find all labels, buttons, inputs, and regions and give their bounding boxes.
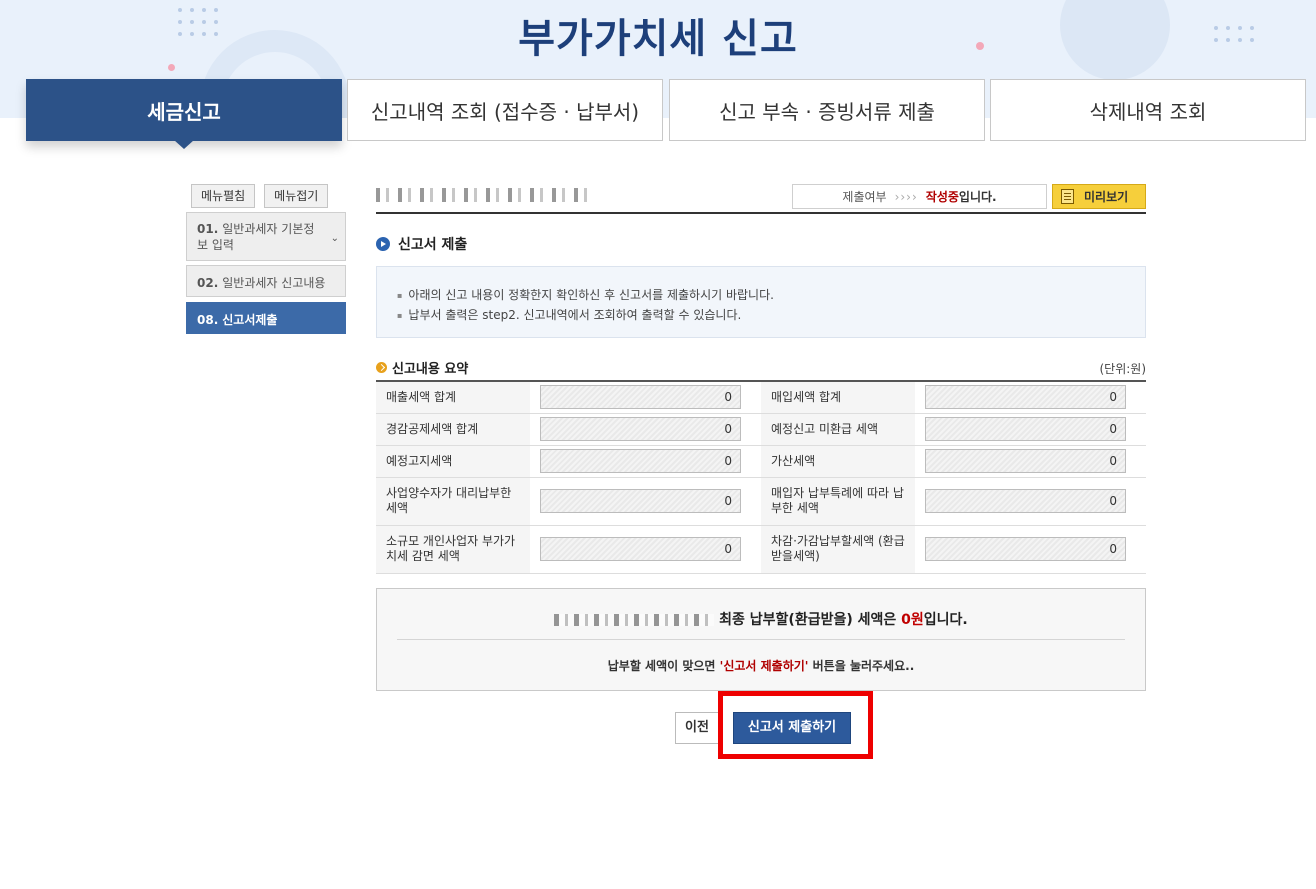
- summary-table: 매출세액 합계 0 매입세액 합계 0 경감공제세액 합계 0 예정신고 미환급…: [376, 380, 1146, 574]
- status-state: 작성중: [925, 190, 959, 204]
- amount-field: 0: [925, 489, 1126, 513]
- notice-box: 아래의 신고 내용이 정확한지 확인하신 후 신고서를 제출하시기 바랍니다. …: [376, 266, 1146, 338]
- tab-deleted-history[interactable]: 삭제내역 조회: [990, 79, 1306, 141]
- divider: [397, 639, 1125, 640]
- sidebar-item-number: 08.: [197, 313, 219, 327]
- amount-field: 0: [925, 537, 1126, 561]
- instruction-prefix: 납부할 세액이 맞으면: [607, 659, 716, 673]
- notice-line: 아래의 신고 내용이 정확한지 확인하신 후 신고서를 제출하시기 바랍니다.: [397, 286, 1145, 306]
- preview-button[interactable]: 미리보기: [1052, 184, 1146, 209]
- highlight-box: [718, 691, 873, 759]
- notice-line: 납부서 출력은 step2. 신고내역에서 조회하여 출력할 수 있습니다.: [397, 306, 1145, 326]
- preview-label: 미리보기: [1084, 190, 1129, 204]
- instruction-highlight: '신고서 제출하기': [719, 659, 809, 673]
- menu-collapse-button[interactable]: 메뉴접기: [264, 184, 329, 208]
- arrow-circle-icon: [376, 237, 390, 251]
- tab-tax-return[interactable]: 세금신고: [26, 79, 342, 149]
- final-amount-line: 최종 납부할(환급받을) 세액은 0원입니다.: [377, 609, 1145, 629]
- sidebar-item-label: 일반과세자 신고내용: [222, 276, 326, 290]
- sidebar-item-return-content[interactable]: 02. 일반과세자 신고내용: [186, 265, 346, 297]
- final-amount-box: 최종 납부할(환급받을) 세액은 0원입니다. 납부할 세액이 맞으면 '신고서…: [376, 588, 1146, 691]
- chevron-circle-icon: [376, 362, 387, 373]
- section-title-text: 신고서 제출: [398, 237, 468, 253]
- amount-field: 0: [540, 489, 741, 513]
- menu-expand-button[interactable]: 메뉴펼침: [191, 184, 256, 208]
- amount-field: 0: [925, 385, 1126, 410]
- status-state-suffix: 입니다.: [958, 190, 997, 204]
- row-label: 사업양수자가 대리납부한 세액: [376, 477, 530, 526]
- prev-button[interactable]: 이전: [675, 712, 719, 744]
- sidebar-item-submit[interactable]: 08. 신고서제출: [186, 302, 346, 334]
- summary-title: 신고내용 요약: [376, 358, 468, 377]
- status-label: 제출여부: [842, 190, 887, 204]
- chevron-down-icon: ⌄: [330, 233, 339, 244]
- table-row: 경감공제세액 합계 0 예정신고 미환급 세액 0: [376, 413, 1146, 446]
- table-row: 매출세액 합계 0 매입세액 합계 0: [376, 381, 1146, 414]
- main-content: 제출여부 ›››› 작성중입니다. 미리보기 신고서 제출 아래의 신고 내용이…: [376, 180, 1146, 691]
- submission-status: 제출여부 ›››› 작성중 입니다.: [792, 184, 1047, 209]
- amount-field: 0: [540, 385, 741, 410]
- sidebar-item-basic-info[interactable]: 01. 일반과세자 기본정보 입력 ⌄: [186, 212, 346, 261]
- row-label: 경감공제세액 합계: [376, 413, 530, 446]
- section-title: 신고서 제출: [376, 234, 467, 254]
- sidebar-item-number: 01.: [197, 222, 219, 236]
- row-label: 매입세액 합계: [761, 381, 915, 414]
- decor-dot: [168, 64, 175, 71]
- table-row: 소규모 개인사업자 부가가치세 감면 세액 0 차감·가감납부할세액 (환급받을…: [376, 525, 1146, 574]
- table-row: 예정고지세액 0 가산세액 0: [376, 445, 1146, 478]
- document-icon: [1061, 189, 1074, 204]
- amount-field: 0: [925, 417, 1126, 441]
- row-label: 예정신고 미환급 세액: [761, 413, 915, 446]
- sidebar-item-number: 02.: [197, 276, 219, 290]
- redacted-taxpayer-name: [554, 614, 715, 626]
- final-amount: 0원: [901, 612, 924, 628]
- row-label: 매입자 납부특례에 따라 납부한 세액: [761, 477, 915, 526]
- sidebar-item-label: 신고서제출: [222, 313, 278, 327]
- final-instruction: 납부할 세액이 맞으면 '신고서 제출하기' 버튼을 눌러주세요..: [377, 657, 1145, 674]
- row-label: 차감·가감납부할세액 (환급받을세액): [761, 525, 915, 574]
- row-label: 가산세액: [761, 445, 915, 478]
- unit-label: (단위:원): [1099, 362, 1146, 376]
- redacted-taxpayer-name: [376, 188, 596, 202]
- row-label: 예정고지세액: [376, 445, 530, 478]
- amount-field: 0: [540, 537, 741, 561]
- sidebar-controls: 메뉴펼침 메뉴접기: [191, 184, 329, 208]
- row-label: 소규모 개인사업자 부가가치세 감면 세액: [376, 525, 530, 574]
- amount-field: 0: [925, 449, 1126, 473]
- status-row: 제출여부 ›››› 작성중 입니다. 미리보기: [376, 180, 1146, 214]
- amount-field: 0: [540, 417, 741, 441]
- arrows-icon: ››››: [894, 189, 918, 204]
- summary-title-text: 신고내용 요약: [392, 362, 469, 377]
- amount-field: 0: [540, 449, 741, 473]
- final-suffix: 입니다.: [923, 612, 968, 628]
- main-tabs: 세금신고 신고내역 조회 (접수증 · 납부서) 신고 부속 · 증빙서류 제출…: [26, 79, 1306, 149]
- instruction-suffix: 버튼을 눌러주세요..: [812, 659, 915, 673]
- row-label: 매출세액 합계: [376, 381, 530, 414]
- table-row: 사업양수자가 대리납부한 세액 0 매입자 납부특례에 따라 납부한 세액 0: [376, 477, 1146, 526]
- page-title: 부가가치세 신고: [518, 16, 798, 62]
- tab-return-history[interactable]: 신고내역 조회 (접수증 · 납부서): [347, 79, 663, 141]
- tab-attachments[interactable]: 신고 부속 · 증빙서류 제출: [669, 79, 985, 141]
- final-prefix: 최종 납부할(환급받을) 세액은: [719, 612, 897, 628]
